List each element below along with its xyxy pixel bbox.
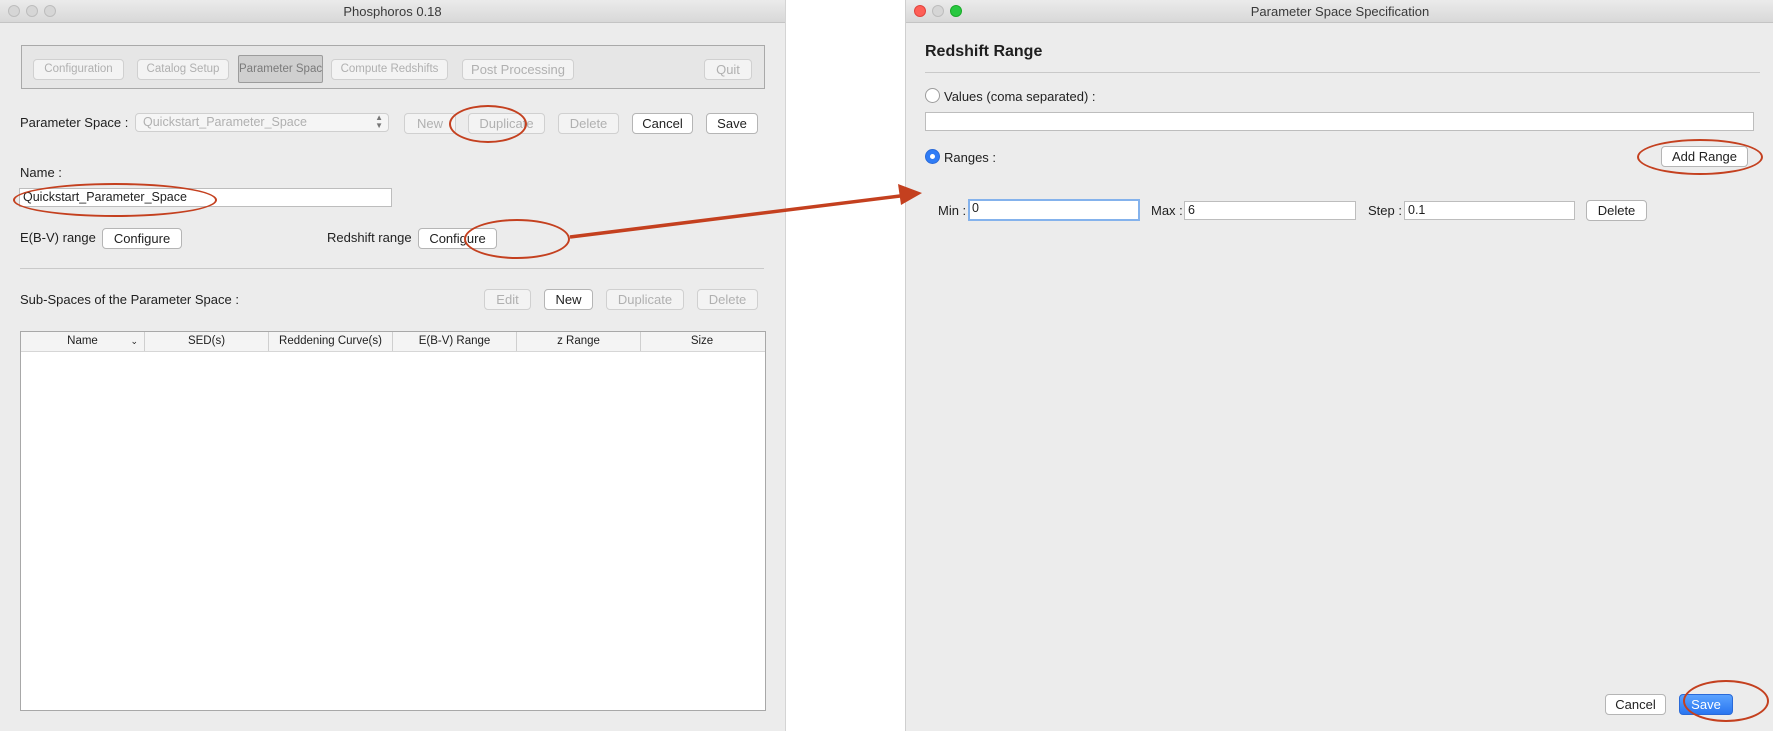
annotation-arrow <box>569 184 922 239</box>
annotation-arrow-line <box>569 194 901 239</box>
annotation-arrow-head <box>898 184 922 205</box>
